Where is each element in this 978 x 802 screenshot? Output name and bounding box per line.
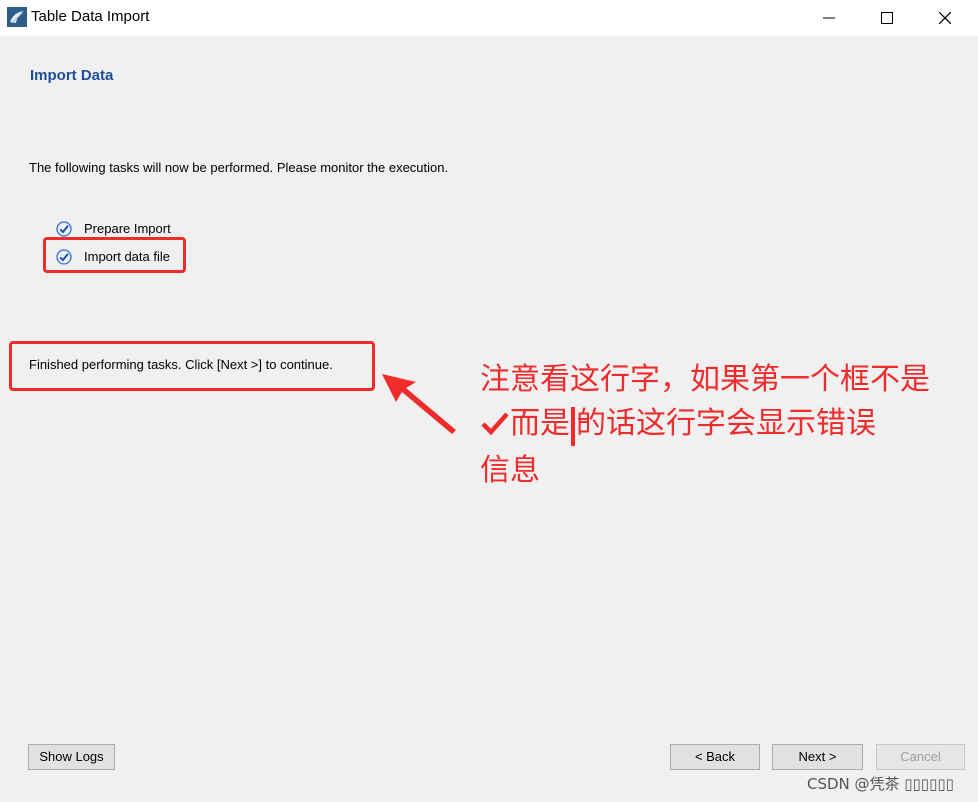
check-circle-icon	[56, 221, 72, 237]
task-label: Prepare Import	[84, 221, 171, 236]
close-button[interactable]	[922, 0, 968, 36]
back-button[interactable]: < Back	[670, 744, 760, 770]
maximize-button[interactable]	[864, 0, 910, 36]
check-mark-icon	[481, 412, 509, 436]
title-bar: Table Data Import	[0, 0, 978, 36]
annotation-arrow	[382, 374, 456, 434]
annotation-text: 注意看这行字，如果第一个框不是 而是 的话这行字会显示错误 信息	[480, 358, 976, 493]
maximize-icon	[881, 12, 893, 24]
annotation-highlight-status	[9, 341, 375, 391]
minimize-icon	[823, 17, 835, 19]
mysql-workbench-icon	[7, 7, 27, 27]
annotation-line-2b: 的话这行字会显示错误	[576, 406, 876, 441]
close-icon	[939, 12, 951, 24]
csdn-watermark: CSDN @凭茶 ▯▯▯▯▯▯	[807, 775, 954, 793]
cancel-button[interactable]: Cancel	[876, 744, 965, 770]
page-title: Import Data	[30, 67, 114, 84]
annotation-line-1: 注意看这行字，如果第一个框不是	[480, 362, 930, 397]
annotation-highlight-task	[43, 237, 186, 273]
annotation-line-3: 信息	[480, 453, 540, 488]
minus-box-icon	[571, 407, 575, 446]
minimize-button[interactable]	[806, 0, 852, 36]
wizard-content: Import Data The following tasks will now…	[0, 36, 978, 802]
window-title: Table Data Import	[31, 8, 150, 25]
page-description: The following tasks will now be performe…	[29, 160, 449, 175]
next-button[interactable]: Next >	[772, 744, 863, 770]
show-logs-button[interactable]: Show Logs	[28, 744, 115, 770]
table-data-import-window: Table Data Import Import Data The follow…	[0, 0, 978, 802]
annotation-line-2a: 而是	[510, 406, 570, 441]
